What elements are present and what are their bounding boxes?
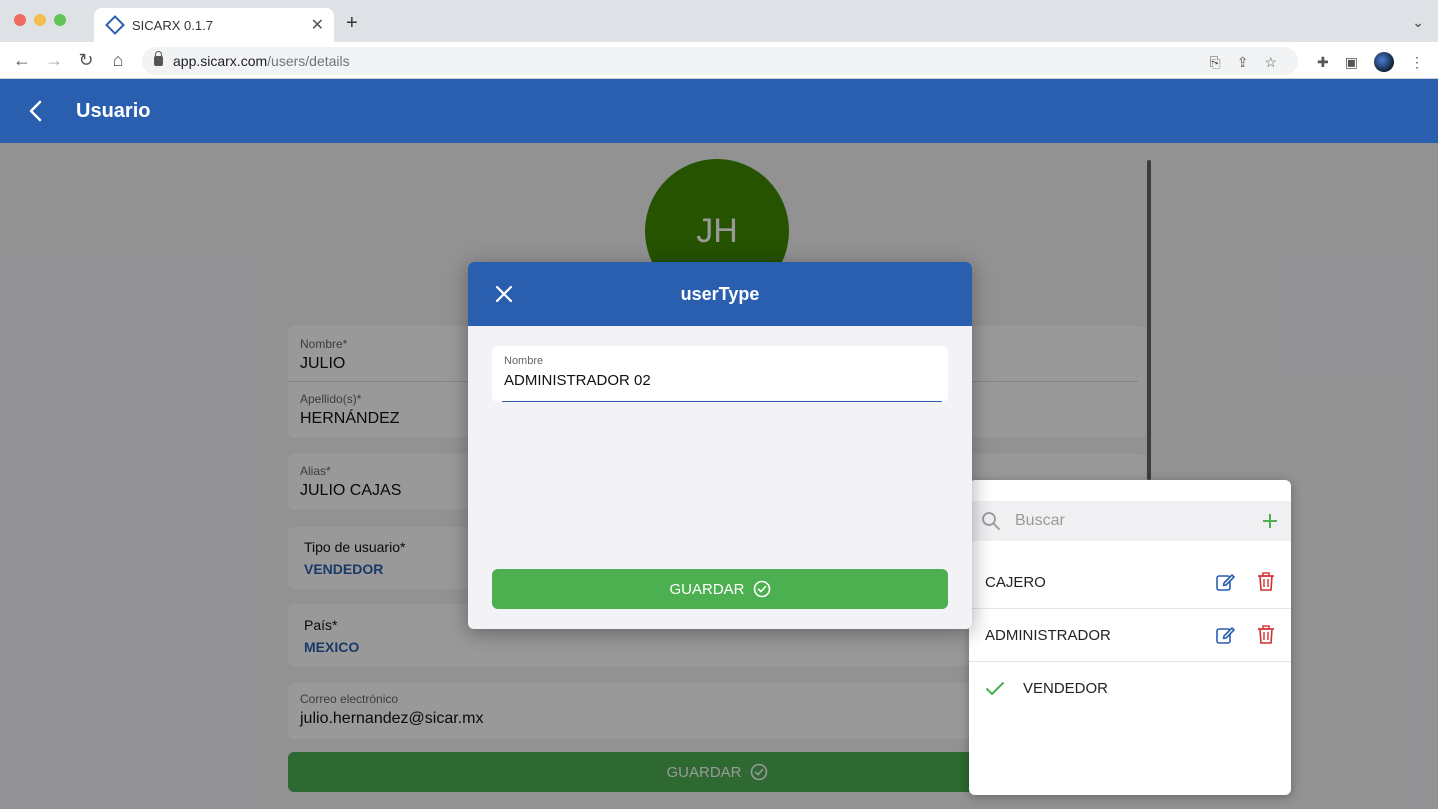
popover-search[interactable]: Buscar [969, 501, 1291, 541]
search-input[interactable]: Buscar [1015, 512, 1261, 530]
trash-icon[interactable] [1257, 572, 1275, 592]
bookmark-star-icon[interactable]: ☆ [1264, 54, 1277, 71]
search-icon [982, 512, 1000, 530]
browser-tab[interactable]: SICARX 0.1.7 ✕ [94, 8, 334, 42]
forward-nav-icon[interactable]: → [44, 50, 64, 71]
new-tab-button[interactable]: + [346, 12, 358, 35]
tab-title: SICARX 0.1.7 [132, 17, 213, 33]
translate-icon[interactable]: ⎘ [1210, 54, 1221, 71]
edit-icon[interactable] [1215, 572, 1235, 592]
browser-chrome: SICARX 0.1.7 ✕ + ⌄ ← → ↻ ⌂ app.sicarx.co… [0, 0, 1438, 79]
sicarx-logo-icon [105, 15, 125, 35]
tab-close-icon[interactable]: ✕ [311, 15, 324, 35]
modal-title: userType [680, 283, 760, 304]
browser-toolbar: ← → ↻ ⌂ app.sicarx.com/users/details ⎘ ⇪… [0, 42, 1438, 79]
window-controls [14, 14, 66, 26]
profile-avatar-icon[interactable] [1374, 52, 1394, 72]
modal-save-button[interactable]: GUARDAR [492, 569, 948, 609]
address-bar[interactable]: app.sicarx.com/users/details [142, 47, 1298, 75]
back-nav-icon[interactable]: ← [12, 50, 32, 71]
modal-save-label: GUARDAR [669, 580, 745, 598]
edit-icon[interactable] [1215, 625, 1235, 645]
nombre-input[interactable]: Nombre ADMINISTRADOR 02 [492, 346, 948, 402]
tab-search-chevron-icon[interactable]: ⌄ [1412, 14, 1424, 31]
list-item[interactable]: VENDEDOR [969, 662, 1291, 715]
window-minimize-button[interactable] [34, 14, 46, 26]
browser-menu-icon[interactable]: ⋮ [1410, 54, 1424, 71]
side-panel-icon[interactable]: ▣ [1345, 54, 1358, 71]
url-path: /users/details [267, 53, 350, 69]
page-title: Usuario [76, 99, 151, 122]
list-item[interactable]: ADMINISTRADOR [969, 609, 1291, 662]
input-underline [502, 401, 942, 402]
lock-icon [154, 51, 163, 66]
modal-header: userType [468, 262, 972, 326]
home-icon[interactable]: ⌂ [108, 50, 128, 71]
back-arrow-icon[interactable] [28, 100, 50, 122]
url-host: app.sicarx.com [173, 53, 268, 69]
nombre-input-value[interactable]: ADMINISTRADOR 02 [504, 372, 936, 389]
window-close-button[interactable] [14, 14, 26, 26]
list-item-label: VENDEDOR [1023, 680, 1109, 697]
nombre-input-label: Nombre [504, 355, 544, 367]
reload-icon[interactable]: ↻ [76, 50, 96, 71]
user-type-modal: userType Nombre ADMINISTRADOR 02 GUARDAR [468, 262, 972, 629]
add-plus-icon[interactable] [1261, 512, 1279, 530]
close-icon[interactable] [494, 284, 514, 304]
check-circle-icon [753, 580, 770, 598]
trash-icon[interactable] [1257, 625, 1275, 645]
window-maximize-button[interactable] [54, 14, 66, 26]
app-header: Usuario [0, 79, 1438, 143]
extensions-puzzle-icon[interactable]: ✚ [1317, 54, 1329, 71]
list-item-label: ADMINISTRADOR [985, 626, 1111, 644]
list-item-label: CAJERO [985, 573, 1046, 591]
toolbar-actions: ⎘ ⇪ ☆ ✚ ▣ ⋮ [1210, 52, 1424, 72]
list-item[interactable]: CAJERO [969, 556, 1291, 609]
check-icon [986, 681, 1004, 695]
share-icon[interactable]: ⇪ [1237, 54, 1249, 71]
user-type-popover: Buscar CAJERO ADMINISTRADOR VENDEDOR [969, 480, 1291, 795]
